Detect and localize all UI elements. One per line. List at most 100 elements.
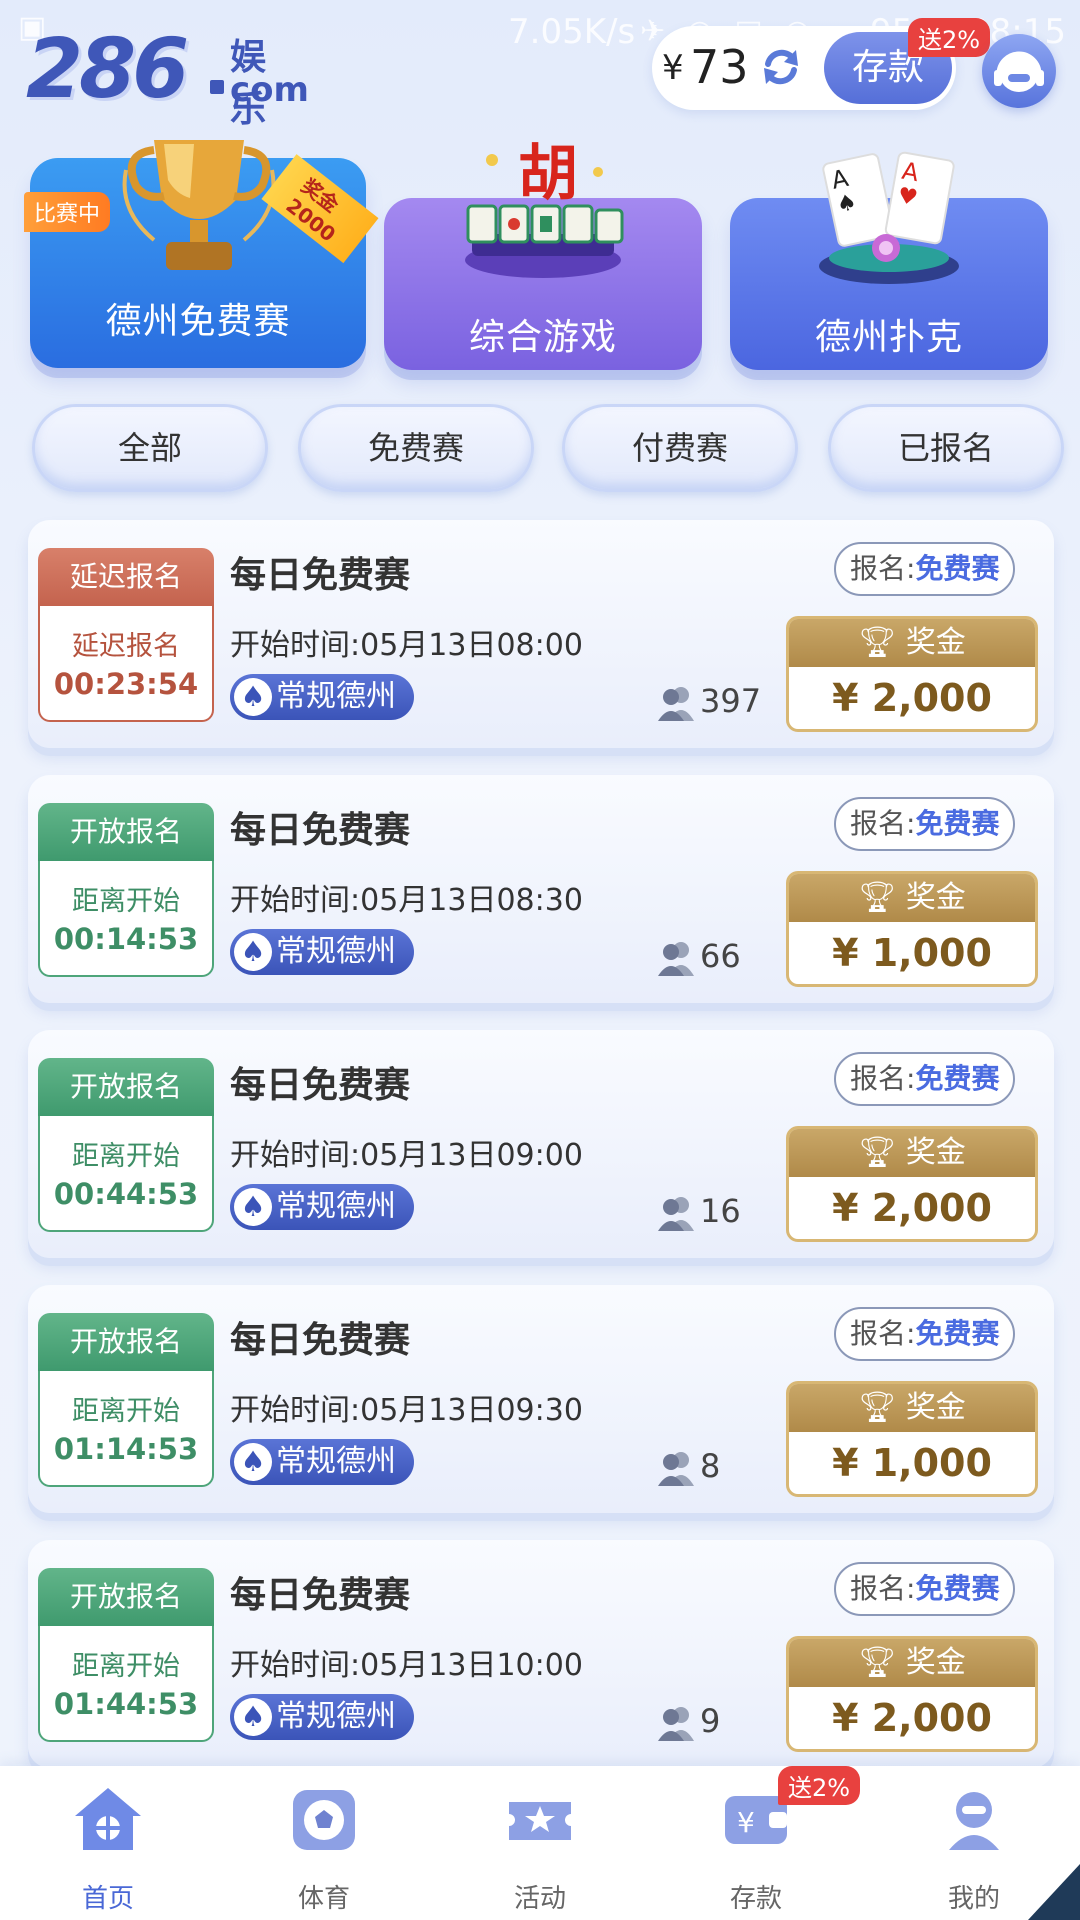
game-type-badge: ♠ 常规德州 (230, 1439, 414, 1485)
home-icon (75, 1788, 141, 1850)
ticket-star-icon (509, 1802, 571, 1840)
prize-amount: ¥ 1,000 (832, 931, 992, 975)
countdown-box: 距离开始 01:14:53 (38, 1371, 214, 1487)
soccer-ball-icon (293, 1790, 355, 1850)
signup-type-badge: 报名:免费赛 (834, 1307, 1016, 1361)
deposit-nav-badge: 送2% (778, 1766, 861, 1805)
spade-icon: ♠ (234, 1443, 272, 1481)
prize-amount: ¥ 1,000 (832, 1441, 992, 1485)
tournament-title: 每日免费赛 (230, 810, 411, 851)
mahjong-icon: 胡 (465, 140, 624, 278)
prize-header: 🏆︎ 奖金 (789, 1639, 1035, 1687)
prize-header: 🏆︎ 奖金 (789, 1129, 1035, 1177)
nav-activities[interactable]: 活动 (470, 1784, 610, 1914)
category-label: 德州免费赛 (105, 301, 291, 342)
tournament-title: 每日免费赛 (230, 1575, 411, 1616)
currency-symbol: ¥ (662, 48, 684, 88)
category-label: 德州扑克 (814, 317, 963, 358)
svg-text:¥: ¥ (737, 1806, 755, 1839)
deposit-bonus-badge: 送2% (908, 18, 991, 57)
player-count: 66 (656, 937, 741, 978)
category-card-all-games[interactable]: 胡 综合游戏 (384, 140, 702, 370)
svg-text:胡: 胡 (518, 140, 578, 209)
signup-type-badge: 报名:免费赛 (834, 1052, 1016, 1106)
countdown-box: 距离开始 00:14:53 (38, 861, 214, 977)
players-icon (658, 1452, 694, 1486)
nav-sports[interactable]: 体育 (254, 1784, 394, 1914)
start-time: 开始时间:05月13日08:30 (230, 883, 583, 918)
trophy-icon: 🏆︎ (858, 880, 906, 915)
tournament-title: 每日免费赛 (230, 555, 411, 596)
category-card-texas-poker[interactable]: A ♠ A ♥ 德州扑克 (730, 151, 1048, 370)
start-time: 开始时间:05月13日10:00 (230, 1648, 583, 1683)
countdown-timer: 01:14:53 (53, 1432, 199, 1466)
start-time: 开始时间:05月13日08:00 (230, 628, 583, 663)
prize-amount: ¥ 2,000 (832, 1696, 992, 1740)
spade-icon: ♠ (234, 933, 272, 971)
tab-free[interactable]: 免费赛 (298, 404, 534, 492)
game-type-badge: ♠ 常规德州 (230, 1184, 414, 1230)
prize-amount: ¥ 2,000 (832, 676, 992, 720)
tab-registered[interactable]: 已报名 (828, 404, 1064, 492)
tab-all[interactable]: 全部 (32, 404, 268, 492)
game-type-badge: ♠ 常规德州 (230, 929, 414, 975)
spade-icon: ♠ (234, 678, 272, 716)
prize-amount: ¥ 2,000 (832, 1186, 992, 1230)
prize-box: 🏆︎ 奖金 ¥ 2,000 (786, 1636, 1038, 1752)
nav-home[interactable]: 首页 (38, 1784, 178, 1914)
tournament-title: 每日免费赛 (230, 1065, 411, 1106)
playing-cards-icon: A ♠ A ♥ (819, 151, 959, 284)
bottom-nav: 首页 体育 活动 ¥ 存款 我的 (0, 1766, 1080, 1920)
player-count: 16 (656, 1192, 741, 1233)
category-label: 综合游戏 (468, 317, 617, 358)
spade-icon: ♠ (234, 1188, 272, 1226)
spade-icon: ♠ (234, 1698, 272, 1736)
registration-status: 开放报名 (38, 803, 214, 861)
network-speed: 7.05K/s (508, 12, 636, 52)
players-icon (658, 687, 694, 721)
prize-header: 🏆︎ 奖金 (789, 874, 1035, 922)
signup-type-badge: 报名:免费赛 (834, 542, 1016, 596)
players-icon (658, 1197, 694, 1231)
app-logo: 286 娱乐 com (26, 22, 309, 130)
registration-status: 开放报名 (38, 1568, 214, 1626)
user-icon (949, 1792, 999, 1850)
live-tag: 比赛中 (24, 192, 111, 232)
trophy-icon: 🏆︎ (858, 1645, 906, 1680)
prize-box: 🏆︎ 奖金 ¥ 2,000 (786, 1126, 1038, 1242)
trophy-icon: 🏆︎ (858, 625, 906, 660)
prize-box: 🏆︎ 奖金 ¥ 1,000 (786, 871, 1038, 987)
trophy-icon: 🏆︎ (858, 1390, 906, 1425)
countdown-box: 距离开始 00:44:53 (38, 1116, 214, 1232)
signup-type-badge: 报名:免费赛 (834, 797, 1016, 851)
registration-status: 开放报名 (38, 1058, 214, 1116)
registration-status: 延迟报名 (38, 548, 214, 606)
tab-paid[interactable]: 付费赛 (562, 404, 798, 492)
player-count: 397 (656, 682, 761, 723)
tournament-card[interactable]: 开放报名距离开始 00:14:53 每日免费赛开始时间:05月13日08:30 ♠ 常规… (28, 775, 1054, 1003)
signup-type-badge: 报名:免费赛 (834, 1562, 1016, 1616)
start-time: 开始时间:05月13日09:30 (230, 1393, 583, 1428)
trophy-icon: 🏆︎ (858, 1135, 906, 1170)
tournament-card[interactable]: 开放报名 距离开始 00:44:53 每日免费赛 开始时间:05月13日09:00 ♠ 常规… (28, 1030, 1054, 1258)
prize-box: 🏆︎ 奖金 ¥ 1,000 (786, 1381, 1038, 1497)
trophy-icon (122, 140, 276, 270)
countdown-timer: 00:14:53 (53, 922, 199, 956)
countdown-timer: 00:23:54 (53, 667, 199, 701)
tournament-title: 每日免费赛 (230, 1320, 411, 1361)
customer-support-button[interactable] (982, 34, 1056, 108)
nav-profile[interactable]: 我的 (904, 1784, 1044, 1914)
countdown-label: 延迟报名 (72, 631, 180, 662)
tournament-card[interactable]: 开放报名 距离开始 01:14:53 每日免费赛 开始时间:05月13日09:30 ♠ 常规… (28, 1285, 1054, 1513)
game-type-badge: ♠ 常规德州 (230, 674, 414, 720)
countdown-timer: 00:44:53 (53, 1177, 199, 1211)
category-card-free-holdem[interactable]: 比赛中 奖金2000 德州免费赛 (24, 140, 379, 368)
tournament-card[interactable]: 开放报名 距离开始 01:44:53 每日免费赛 开始时间:05月13日10:00 ♠ 常规… (28, 1540, 1054, 1768)
countdown-label: 距离开始 (72, 1651, 180, 1682)
countdown-box: 距离开始 01:44:53 (38, 1626, 214, 1742)
prize-header: 🏆︎ 奖金 (789, 619, 1035, 667)
player-count: 8 (656, 1447, 720, 1488)
countdown-label: 距离开始 (72, 886, 180, 917)
tournament-card[interactable]: 延迟报名 延迟报名 00:23:54 每日免费赛 开始时间:05月13日08:00 ♠ 常规… (28, 520, 1054, 748)
refresh-icon[interactable] (756, 42, 806, 92)
